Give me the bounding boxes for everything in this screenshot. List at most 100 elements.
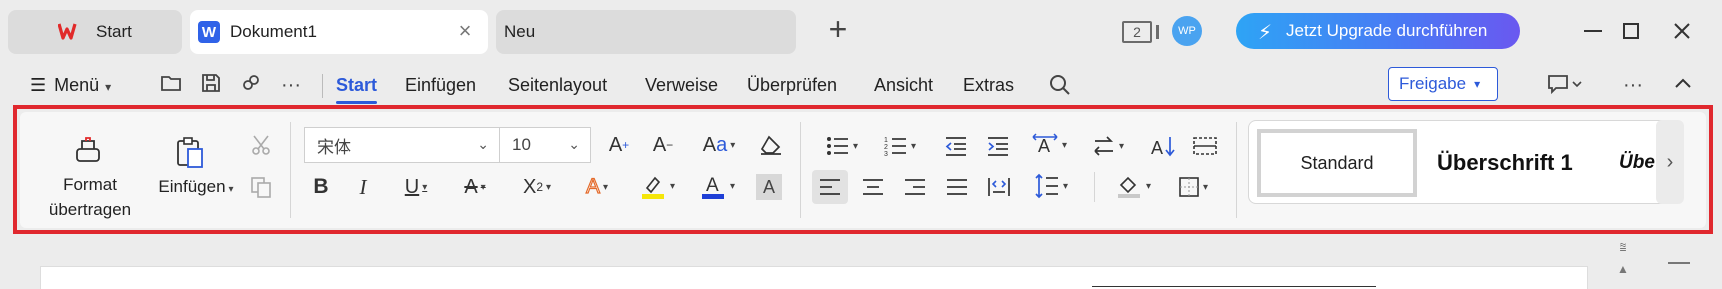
close-tab-icon[interactable]: × — [454, 20, 476, 43]
align-left-icon[interactable] — [812, 170, 848, 204]
split-view-icon[interactable]: ⩰ — [1616, 240, 1630, 255]
tab-ueberpruefen[interactable]: Überprüfen — [747, 64, 837, 106]
increase-indent-icon[interactable] — [984, 132, 1012, 160]
style-heading-1[interactable]: Überschrift 1 — [1437, 129, 1573, 197]
chevron-down-icon: ▾ — [852, 140, 859, 152]
save-icon[interactable] — [200, 73, 226, 97]
avatar[interactable]: WP — [1172, 16, 1202, 46]
shrink-font-icon[interactable]: A − — [648, 130, 678, 160]
tab-start[interactable]: Start — [8, 10, 182, 54]
grow-font-icon[interactable]: A + — [604, 130, 634, 160]
font-name-value: 宋体 — [317, 137, 351, 158]
upgrade-button[interactable]: ⚡ Jetzt Upgrade durchführen — [1236, 13, 1520, 49]
upgrade-label: Jetzt Upgrade durchführen — [1286, 21, 1488, 40]
chevron-right-icon[interactable]: › — [1656, 120, 1684, 204]
change-case-icon[interactable]: Aa ▾ — [694, 130, 744, 160]
strikethrough-icon[interactable]: A ▾ — [452, 172, 498, 202]
align-right-icon[interactable] — [900, 172, 930, 202]
style-heading-2[interactable]: Übe — [1619, 129, 1655, 197]
comment-icon[interactable] — [1546, 73, 1586, 97]
text-direction-icon[interactable]: ▾ — [1086, 132, 1130, 160]
format-painter-label[interactable]: Format übertragen — [36, 172, 144, 222]
paragraph-shading-icon[interactable]: ▾ — [1108, 170, 1158, 202]
sort-icon[interactable]: A — [1148, 132, 1178, 160]
tab-extras[interactable]: Extras — [963, 64, 1014, 106]
font-name-select[interactable]: 宋体 ⌄ — [304, 127, 500, 163]
bullet-list-icon[interactable]: ▾ — [820, 132, 864, 160]
tab-neu[interactable]: Neu — [496, 10, 796, 54]
side-panel-toggle-icon[interactable] — [1668, 262, 1690, 264]
numbered-list-icon[interactable]: 1 2 3 ▾ — [878, 132, 922, 160]
divider — [800, 122, 801, 218]
open-folder-icon[interactable] — [160, 73, 186, 97]
svg-text:1: 1 — [884, 137, 888, 144]
search-icon[interactable] — [1048, 73, 1074, 97]
distributed-align-icon[interactable] — [984, 172, 1014, 202]
line-spacing-icon[interactable]: ▾ — [1028, 170, 1074, 202]
new-tab-button[interactable]: + — [824, 13, 852, 45]
divider — [290, 122, 291, 218]
bold-icon[interactable]: B — [306, 172, 336, 202]
header-rule — [1092, 286, 1376, 287]
more-icon[interactable]: ··· — [278, 73, 304, 97]
lightning-icon: ⚡ — [1258, 22, 1273, 44]
collapse-ribbon-icon[interactable] — [1672, 73, 1698, 97]
svg-text:A: A — [1038, 136, 1050, 156]
tab-doc-label: Dokument1 — [230, 22, 317, 41]
align-center-icon[interactable] — [858, 172, 888, 202]
font-size-value: 10 — [512, 135, 531, 154]
chevron-down-icon: ▾ — [422, 181, 428, 193]
text-effects-icon[interactable]: A ▾ — [574, 172, 620, 202]
svg-text:3: 3 — [884, 151, 888, 157]
show-paragraph-marks-icon[interactable] — [1190, 132, 1220, 160]
chevron-down-icon: ▾ — [730, 139, 736, 151]
tab-ansicht[interactable]: Ansicht — [874, 64, 933, 106]
close-window-button[interactable] — [1667, 16, 1697, 46]
tab-verweise[interactable]: Verweise — [645, 64, 718, 106]
font-color-icon[interactable]: A ▾ — [692, 170, 742, 202]
divider — [1094, 172, 1095, 202]
paste-icon[interactable] — [172, 134, 210, 172]
minimize-button[interactable] — [1578, 16, 1608, 46]
tab-neu-label: Neu — [504, 22, 536, 41]
chevron-down-icon: ⌄ — [568, 136, 580, 152]
format-painter-line1: Format — [63, 175, 117, 194]
superscript-icon[interactable]: X 2 ▾ — [512, 172, 562, 202]
chevron-down-icon: ▾ — [1061, 139, 1068, 151]
highlight-color-icon[interactable]: ▾ — [632, 170, 682, 202]
chevron-down-icon: ▾ — [105, 80, 112, 94]
menu-label: Menü — [54, 75, 100, 95]
justify-icon[interactable] — [942, 172, 972, 202]
hamburger-icon: ☰ — [30, 75, 47, 95]
font-size-select[interactable]: 10 ⌄ — [499, 127, 591, 163]
cut-icon[interactable] — [248, 132, 274, 158]
chevron-down-icon: ▾ — [1145, 180, 1152, 192]
copy-icon[interactable] — [248, 174, 274, 200]
tab-einfuegen[interactable]: Einfügen — [405, 64, 476, 106]
decrease-indent-icon[interactable] — [942, 132, 970, 160]
main-menu-button[interactable]: ☰ Menü ▾ — [30, 64, 111, 106]
maximize-button[interactable] — [1616, 16, 1646, 46]
divider — [322, 74, 323, 98]
chevron-down-icon: ▾ — [910, 140, 917, 152]
share-button[interactable]: Freigabe ▾ — [1388, 67, 1498, 101]
chevron-down-icon: ▾ — [1062, 180, 1069, 192]
wps-logo-icon — [58, 22, 80, 42]
tab-dokument1[interactable]: W Dokument1 × — [190, 10, 488, 54]
more-options-icon[interactable]: ··· — [1620, 73, 1646, 97]
tab-start-menu[interactable]: Start — [336, 64, 378, 106]
character-spacing-icon[interactable]: A ▾ — [1026, 130, 1072, 160]
chevron-down-icon: ▾ — [1474, 77, 1481, 91]
clear-formatting-icon[interactable] — [756, 130, 786, 160]
tab-seitenlayout[interactable]: Seitenlayout — [508, 64, 607, 106]
style-standard[interactable]: Standard — [1257, 129, 1417, 197]
window-count-icon[interactable]: 2 — [1122, 21, 1159, 43]
paste-dropdown[interactable]: Einfügen ▾ — [146, 174, 246, 202]
link-icon[interactable] — [240, 73, 266, 97]
italic-icon[interactable]: I — [348, 172, 378, 202]
underline-icon[interactable]: U ▾ — [394, 172, 438, 202]
borders-icon[interactable]: ▾ — [1170, 172, 1216, 202]
scroll-up-icon[interactable]: ▲ — [1616, 262, 1630, 276]
format-painter-icon[interactable] — [68, 134, 108, 170]
character-shading-icon[interactable]: A — [756, 174, 782, 200]
